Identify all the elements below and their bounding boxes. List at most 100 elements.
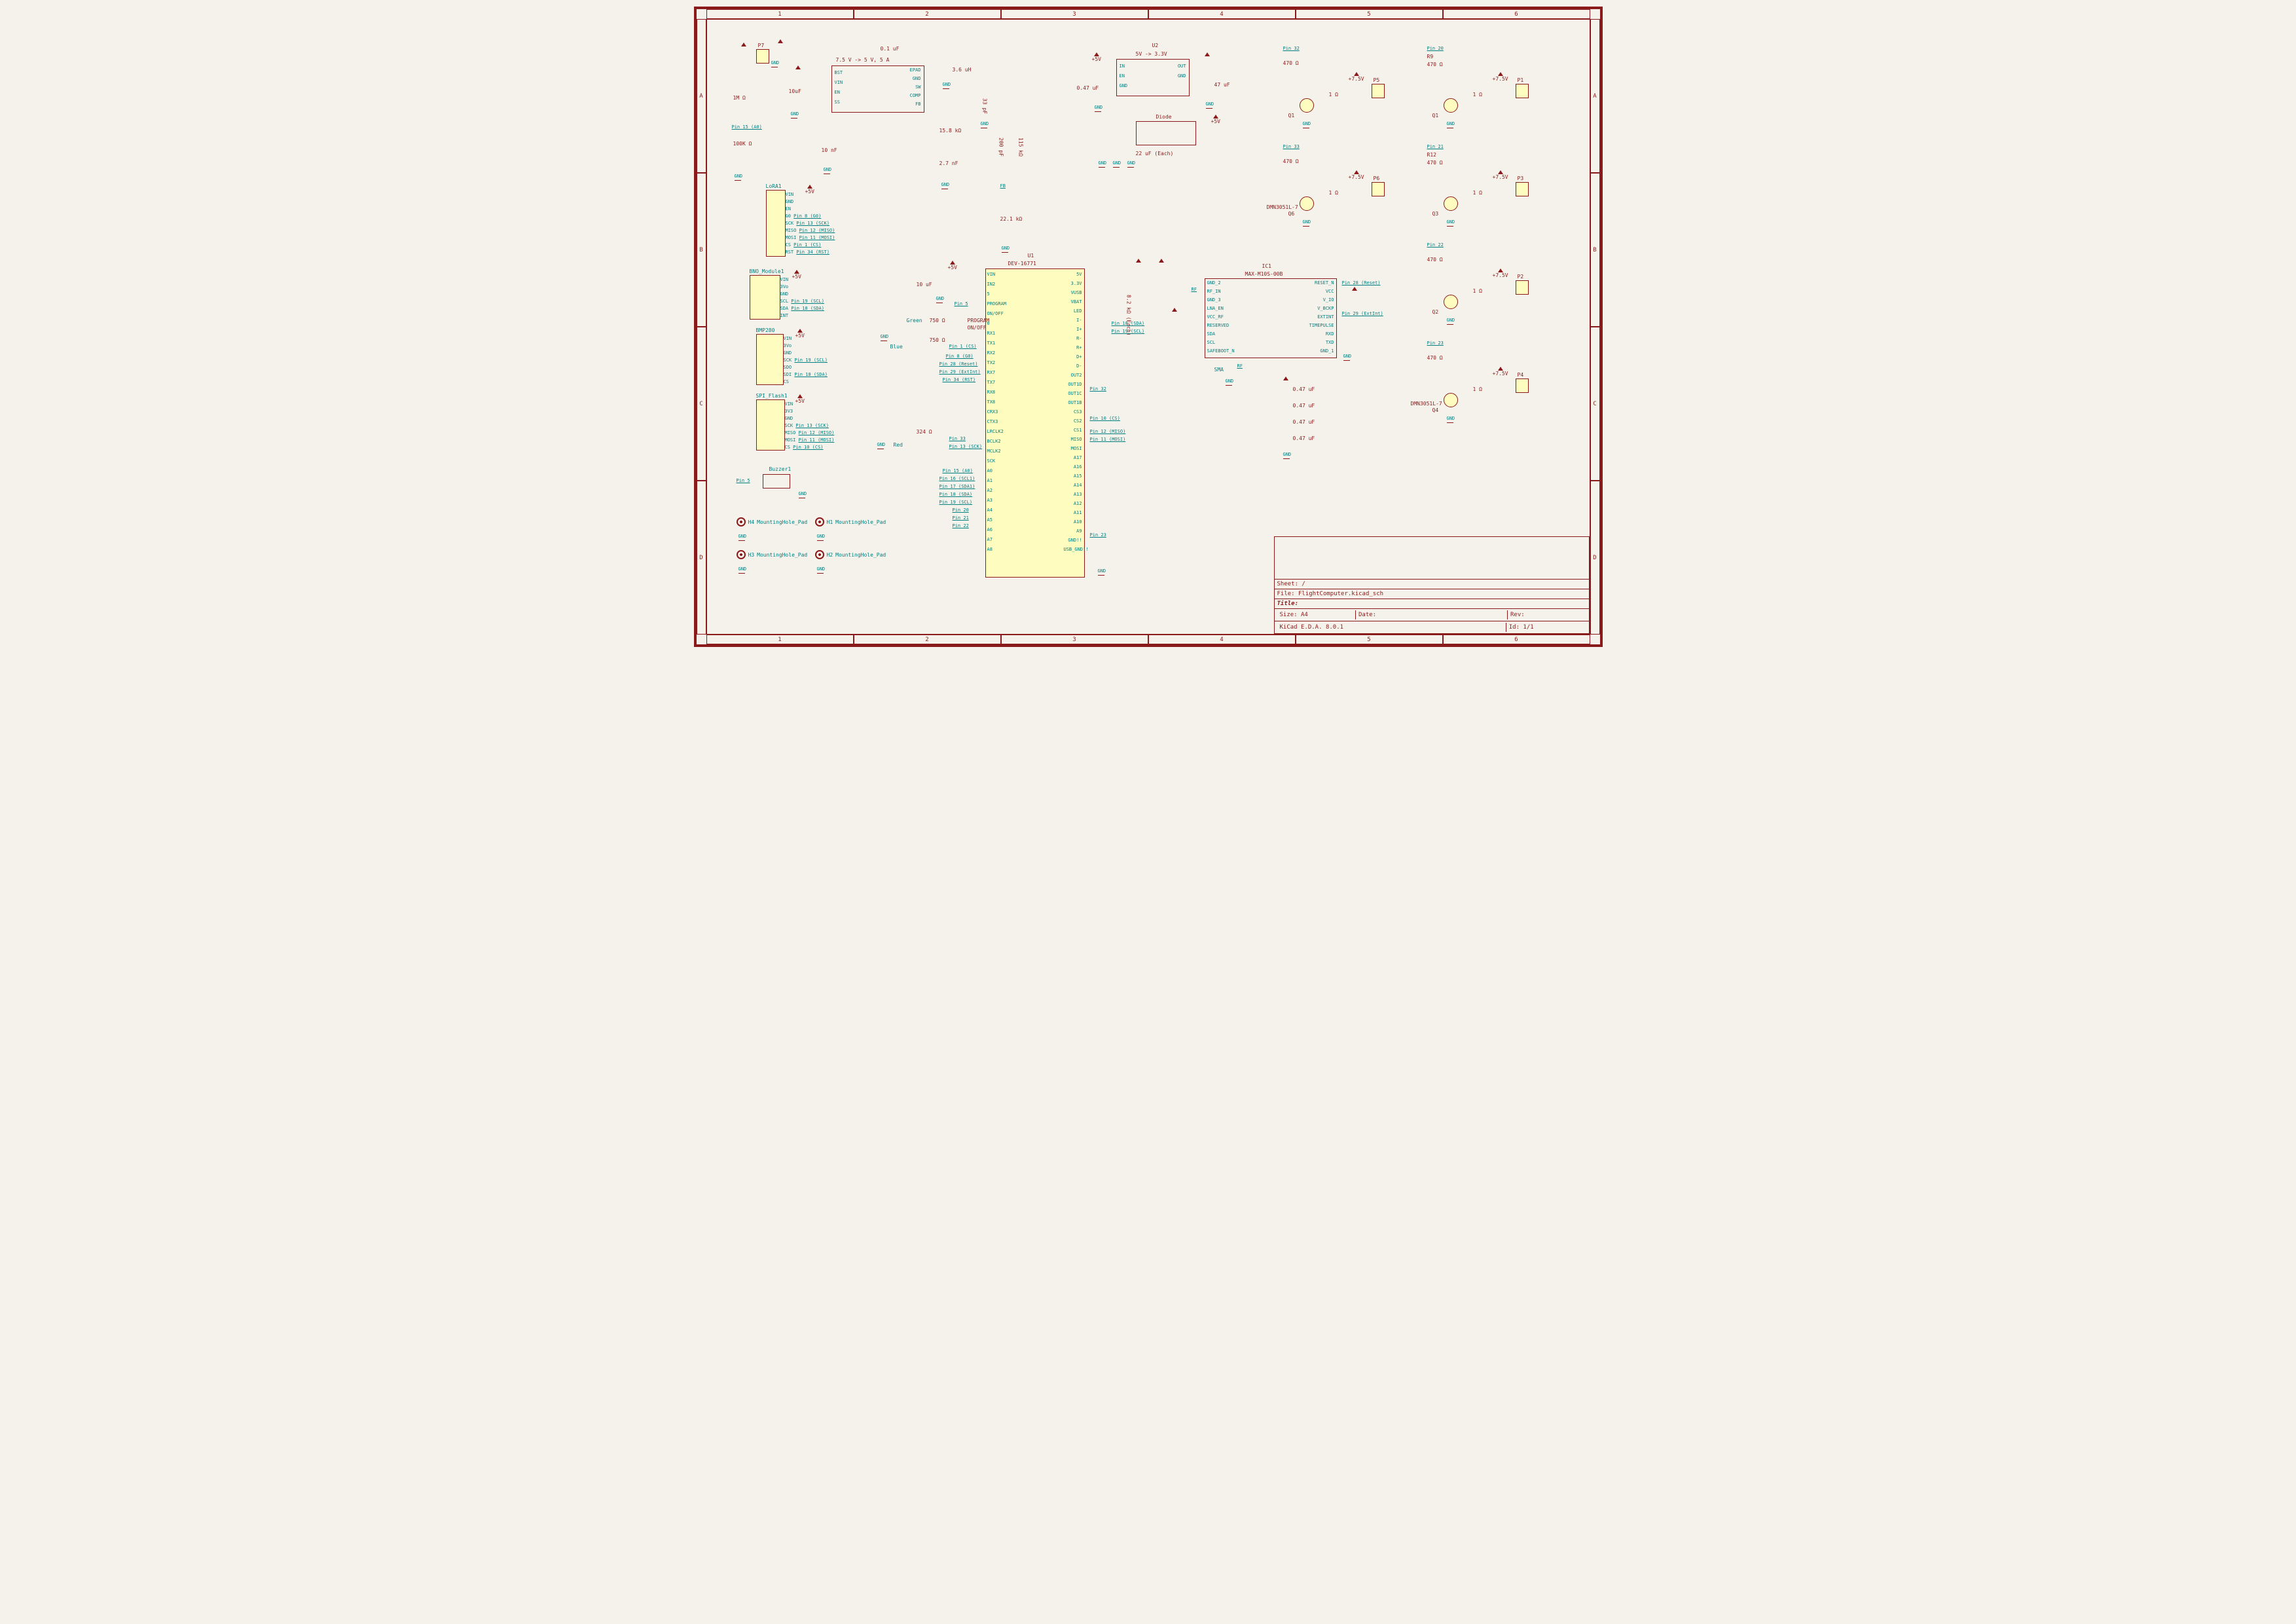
net-label: Pin 1 (CS) [949,344,977,349]
power-flag [795,65,801,69]
ruler-left: ABCD [697,19,706,635]
gnd-flag: GND [738,566,747,574]
resistor-label: 1M Ω [733,95,746,101]
gnd-flag: GND [817,534,826,541]
cap-label: 200 pF [998,138,1004,157]
net-label: Pin 12 (MISO) [1090,429,1126,434]
net-label: Pin 19 (SCL) [939,500,973,505]
gnd-flag: GND [1127,160,1136,168]
diode-block: Diode [1136,121,1196,145]
mounting-hole: H2 MountingHole_Pad [815,550,886,559]
net-label: Pin 5 [955,301,968,306]
cap-label: 10uF [789,88,801,94]
gnd-flag: GND [936,296,945,303]
net-label: Pin 10 (CS) [1090,416,1120,421]
net-label: Pin 32 [1090,386,1106,392]
regulator-block: 7.5 V -> 5 V, 5 A BSTVINENSSEPADGNDSWCOM… [831,65,924,113]
net-label: Pin 34 (RST) [943,377,976,382]
mounting-hole: H1 MountingHole_Pad [815,517,886,526]
cap-label: 0.47 uF [1293,435,1315,441]
sma-label: SMA [1214,367,1224,373]
tb-id: Id: 1/1 [1506,623,1586,632]
resistor-label: 15.8 kΩ [939,128,962,134]
ref-u2: U2 [1152,43,1159,48]
net-label: Pin 23 [1090,532,1106,538]
net-label: Pin 15 (A0) [732,124,762,130]
cap-label: 47 uF [1214,82,1230,88]
u1-right-pins: 5V3.3VVUSBVBATLEDI-I+R-R+D+D-OUT2OUT1DOU… [1064,272,1082,556]
gnd-flag: GND [738,534,747,541]
led-green: Green [907,318,922,323]
cap-label: 0.47 uF [1293,386,1315,392]
net-label: Pin 28 (Reset) [939,361,978,367]
net-label: Pin 21 [953,515,969,521]
cap-label: 10 uF [917,282,932,287]
net-label: Pin 17 (SDA1) [939,484,975,489]
power-flag: +5V [1211,115,1220,124]
cap-label: 0.47 uF [1077,85,1099,91]
bmp-module [756,334,784,385]
ref-buzzer: Buzzer1 [769,466,792,472]
ref-spiflash: SPI_Flash1 [756,393,788,399]
ic1-part: MAX-M10S-00B [1245,271,1283,277]
gnd-flag: GND [799,491,807,498]
gnd-flag: GND [941,182,950,189]
power-flag: +5V [1092,52,1101,62]
buzzer-symbol [763,474,790,489]
ref-u1: DEV-16771 [1008,261,1036,267]
cap-label: 22 uF (Each) [1136,151,1174,157]
ruler-top: 123456 [706,9,1590,19]
u2-desc: 5V -> 3.3V [1136,51,1167,57]
led-red: Red [894,442,903,448]
tb-rev: Rev: [1507,610,1586,619]
u1-label: U1 [1028,253,1034,259]
tb-tool: KiCad E.D.A. 8.0.1 [1277,623,1506,632]
power-flag [1136,259,1141,263]
net-label: Pin 11 (MOSI) [1090,437,1126,442]
gnd-flag: GND [735,174,743,181]
bno-pin-list: VIN 3Vo GND SCL Pin 19 (SCL)SDA Pin 18 (… [780,277,824,320]
gnd-flag: GND [1099,160,1107,168]
power-flag [1283,377,1288,380]
gnd-flag: GND [1113,160,1121,168]
net-label: Pin 33 [949,436,966,441]
gnd-flag: GND [1095,105,1103,112]
led-blue: Blue [890,344,903,350]
power-flag [1352,287,1357,291]
net-label: Pin 18 (SDA) [1112,321,1145,326]
tb-sheet: Sheet: / [1275,579,1589,589]
gnd-flag: GND [1226,378,1234,386]
net-label: Pin 13 (SCK) [949,444,983,449]
connector-p7 [756,49,769,64]
cap-label: 33 pF [982,98,988,114]
power-flag [778,39,783,43]
gnd-flag: GND [943,82,951,89]
net-label: Pin 20 [953,507,969,513]
power-flag: +5V [948,261,957,270]
diode-label: Diode [1156,114,1172,120]
mosfet-col-left: Pin 32 470 Ω +7.5V P5 1 Ω Q1 GND Pin 33 … [1264,46,1394,242]
ruler-right: ABCD [1590,19,1600,635]
ic1-right-pins: RESET_NVCCV_IOV_BCKPEXTINTTIMEPULSERXDTX… [1304,280,1334,357]
cap-label: 0.1 uF [881,46,900,52]
title-block: Sheet: / File: FlightComputer.kicad_sch … [1274,536,1590,634]
res-label: 750 Ω [930,337,945,343]
resistor-label: 100K Ω [733,141,752,147]
drawing-area: P7 GND 1M Ω Pin 15 (A0) 100K Ω GND 10uF … [706,19,1590,635]
gnd-flag: GND [1283,452,1292,459]
net-label: RF [1192,287,1197,292]
mounting-hole: H4 MountingHole_Pad [737,517,808,526]
power-flag [741,43,746,46]
net-label: Pin 16 (SCL1) [939,476,975,481]
ref-bmp: BMP280 [756,327,775,333]
schematic-sheet: 123456 123456 ABCD ABCD P7 GND 1M Ω Pin … [694,7,1603,647]
spiflash-module [756,399,785,451]
lora-module [766,190,786,257]
spi-pin-list: VIN 3V3 GND SCK Pin 13 (SCK)MISO Pin 12 … [785,401,835,452]
tb-file: File: FlightComputer.kicad_sch [1275,589,1589,599]
gnd-flag: GND [771,60,780,67]
bno-module [750,275,780,320]
cap-label: 0.47 uF [1293,419,1315,425]
gnd-flag: GND [1343,354,1352,361]
gnd-flag: GND [1098,568,1106,576]
